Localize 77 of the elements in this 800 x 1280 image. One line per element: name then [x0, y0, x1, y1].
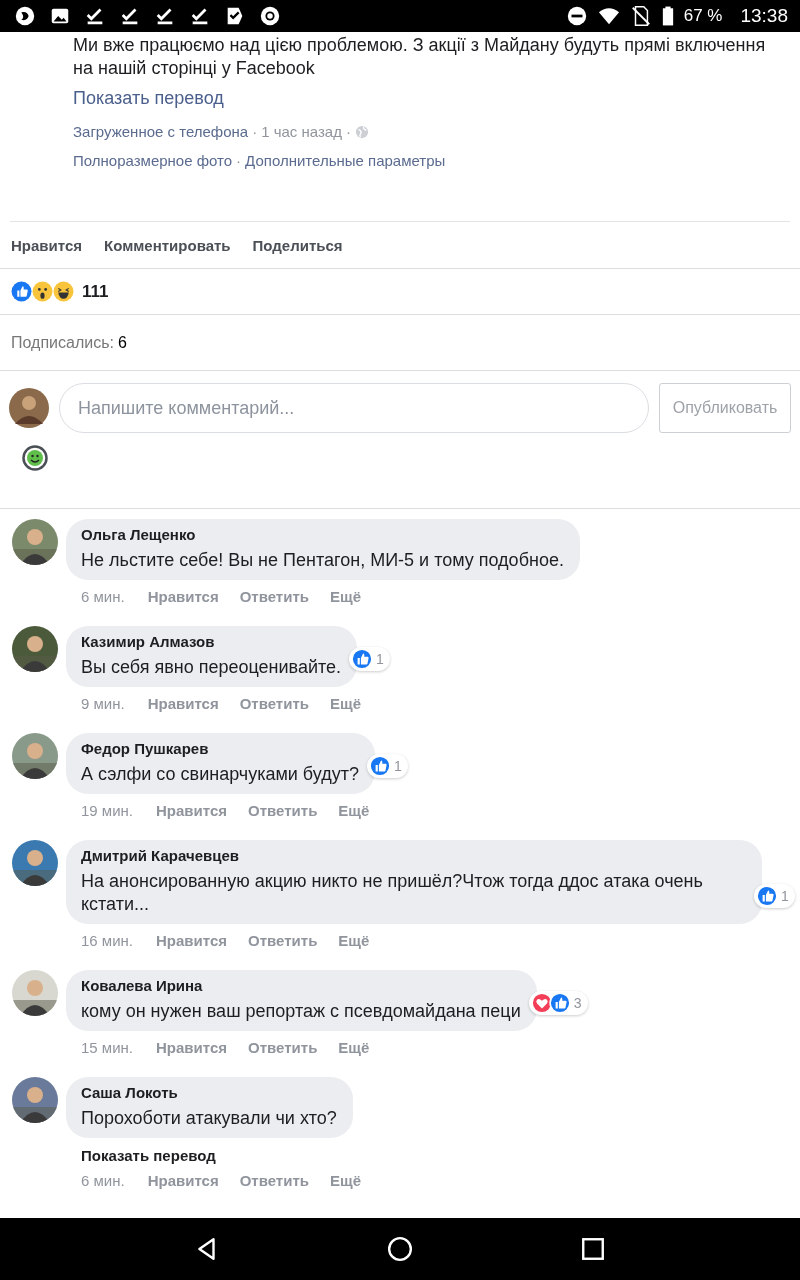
comment-action-link[interactable]: Ответить — [239, 1172, 309, 1189]
recents-icon[interactable] — [580, 1236, 607, 1262]
comment-action-link[interactable]: Нравится — [147, 695, 219, 712]
comment-reactions[interactable]: 1 — [349, 647, 390, 671]
post-action-button[interactable]: Нравится — [11, 236, 83, 254]
comment-reactions[interactable]: 1 — [366, 754, 408, 778]
post-action-button[interactable]: Поделиться — [252, 236, 343, 254]
comment-text: Не льстите себе! Вы не Пентагон, МИ-5 и тому подобное. — [81, 549, 564, 572]
shares-count: 6 — [117, 333, 127, 352]
do-not-disturb-icon — [565, 5, 588, 27]
like-reaction-icon — [351, 648, 374, 670]
battery-percent: 67 % — [683, 6, 723, 26]
reaction-count[interactable]: 111 — [82, 281, 109, 302]
comment-reactions[interactable]: 3 — [528, 991, 588, 1015]
comment-time: 19 мин. — [81, 802, 133, 819]
comment-text: кому он нужен ваш репортаж с псевдомайдана пеци — [81, 1000, 521, 1023]
like-reaction-icon — [368, 755, 391, 777]
home-icon[interactable] — [387, 1236, 413, 1262]
battery-icon — [661, 5, 674, 27]
comment-text: Вы себя явно переоценивайте. — [81, 656, 342, 679]
like-reaction-icon — [756, 885, 778, 907]
post-text: Ми вже працюємо над цією проблемою. З акції з Майдану будуть прямі включення на нашій сторінці у Facebook — [73, 34, 767, 80]
comment-author[interactable]: Дмитрий Карачевцев — [81, 847, 746, 865]
smiley-icon[interactable] — [22, 445, 48, 471]
clock: 13:38 — [740, 5, 788, 27]
comment-action-link[interactable]: Нравится — [156, 802, 228, 819]
comment-action-link[interactable]: Ещё — [338, 1039, 370, 1056]
like-reaction-icon — [11, 281, 32, 302]
comment-action-link[interactable]: Ещё — [338, 932, 370, 949]
comment-time: 6 мин. — [81, 1172, 125, 1189]
comment-field[interactable]: Напишите комментарий... — [59, 383, 649, 433]
comment-action-link[interactable]: Нравится — [156, 1039, 228, 1056]
separator-dot: · — [236, 152, 242, 169]
shares-label: Подписались: — [11, 333, 114, 352]
photo-option-link[interactable]: Дополнительные параметры — [245, 152, 446, 169]
comment-author[interactable]: Казимир Алмазов — [81, 633, 342, 651]
comment-time: 6 мин. — [81, 588, 125, 605]
comment-action-link[interactable]: Нравится — [147, 1172, 219, 1189]
comment-action-link[interactable]: Нравится — [156, 932, 228, 949]
publish-button[interactable]: Опубликовать — [659, 383, 791, 433]
comment-text: На анонсированную акцию никто не пришёл?Чтож тогда ддос атака очень кстати... — [81, 870, 704, 916]
comment-action-link[interactable]: Ещё — [330, 695, 362, 712]
comment-text: А сэлфи со свинарчуками будут? — [81, 763, 359, 786]
comment-author[interactable]: Ковалева Ирина — [81, 977, 521, 995]
comment-action-link[interactable]: Ответить — [248, 1039, 318, 1056]
show-translation-link[interactable]: Показать перевод — [73, 88, 224, 109]
comment-action-link[interactable]: Ответить — [248, 932, 318, 949]
comment-author[interactable]: Ольга Лещенко — [81, 526, 564, 544]
show-translation-link[interactable]: Показать перевод — [81, 1147, 216, 1164]
separator-dot: · — [252, 123, 258, 140]
comment-author[interactable]: Федор Пушкарев — [81, 740, 359, 758]
no-sim-icon — [629, 5, 652, 27]
globe-icon — [354, 124, 369, 139]
comment-text: Порохоботи атакували чи хто? — [81, 1107, 337, 1130]
separator-dot: · — [345, 123, 351, 140]
photo-option-link[interactable]: Полноразмерное фото — [73, 152, 233, 169]
comment-action-link[interactable]: Нравится — [147, 588, 219, 605]
comment-time: 9 мин. — [81, 695, 125, 712]
wifi-icon — [597, 5, 620, 27]
heart-reaction-icon — [530, 992, 553, 1014]
like-reaction-icon — [548, 992, 571, 1014]
laughing-face-icon — [53, 281, 74, 302]
comment-author[interactable]: Саша Локоть — [81, 1084, 337, 1102]
comment-time: 16 мин. — [81, 932, 133, 949]
comment-reactions[interactable]: 1 — [754, 884, 795, 908]
comment-action-link[interactable]: Ответить — [239, 588, 309, 605]
comment-time: 15 мин. — [81, 1039, 133, 1056]
comment-action-link[interactable]: Ещё — [338, 802, 370, 819]
post-action-button[interactable]: Комментировать — [104, 236, 231, 254]
post-time: 1 час назад — [261, 123, 342, 140]
avatar-icon — [9, 388, 49, 428]
comment-action-link[interactable]: Ответить — [248, 802, 318, 819]
comment-action-link[interactable]: Ответить — [239, 695, 309, 712]
comment-action-link[interactable]: Ещё — [330, 1172, 362, 1189]
comment-action-link[interactable]: Ещё — [330, 588, 362, 605]
upload-source-link[interactable]: Загруженное с телефона — [73, 123, 249, 140]
surprised-face-icon — [32, 281, 53, 302]
